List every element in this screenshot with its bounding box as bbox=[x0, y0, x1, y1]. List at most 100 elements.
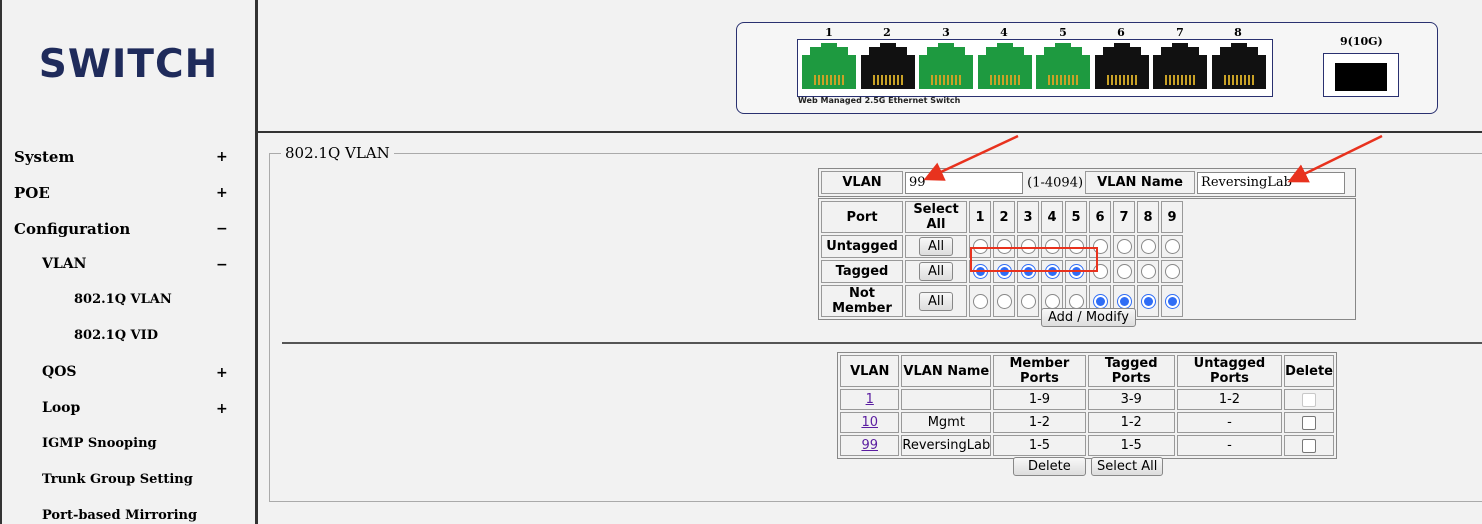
untagged-radio[interactable] bbox=[1164, 239, 1180, 254]
port-col-header: 1 bbox=[969, 201, 991, 233]
tagged-ports-cell: 1-2 bbox=[1087, 412, 1175, 433]
vlan-id-link[interactable]: 10 bbox=[861, 415, 878, 430]
collapse-minus-icon[interactable]: − bbox=[216, 257, 228, 273]
port-number: 6 bbox=[1117, 26, 1125, 39]
switch-front-panel: 1 2 3 4 5 6 7 8 Web Managed 2.5G Etherne… bbox=[736, 22, 1438, 114]
sidebar-item-qos[interactable]: QOS bbox=[42, 364, 77, 380]
col-header-tagged-ports: Tagged Ports bbox=[1087, 355, 1175, 387]
vlan-name-label: VLAN Name bbox=[1085, 171, 1196, 194]
ethernet-port-icon[interactable] bbox=[1036, 43, 1090, 91]
sidebar-item-label: VLAN bbox=[42, 256, 87, 272]
ethernet-port-block bbox=[797, 39, 1273, 97]
vlan-list-table: VLAN VLAN Name Member Ports Tagged Ports… bbox=[837, 352, 1337, 459]
port-number: 7 bbox=[1176, 26, 1184, 39]
sidebar: SWITCH System + POE + Configuration − VL… bbox=[0, 0, 258, 524]
logo: SWITCH bbox=[38, 42, 219, 87]
expand-plus-icon[interactable]: + bbox=[216, 149, 228, 165]
port-col-header: 9 bbox=[1161, 201, 1183, 233]
not-member-radio[interactable] bbox=[972, 293, 988, 309]
vlan-name-cell bbox=[901, 389, 992, 410]
sidebar-item-label: Trunk Group Setting bbox=[42, 472, 193, 487]
untagged-ports-cell: - bbox=[1176, 412, 1283, 433]
expand-plus-icon[interactable]: + bbox=[216, 401, 228, 417]
ethernet-port-icon[interactable] bbox=[1211, 43, 1266, 91]
select-all-cell: All bbox=[905, 235, 967, 258]
delete-checkbox[interactable] bbox=[1302, 415, 1317, 430]
select-all-header: Select All bbox=[905, 201, 967, 233]
ethernet-port-icon[interactable] bbox=[802, 43, 856, 91]
port-number: 1 bbox=[825, 26, 833, 39]
delete-checkbox[interactable] bbox=[1302, 438, 1317, 453]
vlan-id-link[interactable]: 99 bbox=[861, 438, 878, 453]
section-divider bbox=[282, 342, 1482, 344]
ethernet-port-icon[interactable] bbox=[1094, 43, 1149, 91]
port-number: 3 bbox=[942, 26, 950, 39]
tagged-ports-cell: 1-5 bbox=[1087, 435, 1175, 456]
port-col-header: 6 bbox=[1089, 201, 1111, 233]
not-member-radio[interactable] bbox=[1020, 293, 1036, 309]
port-header: Port bbox=[821, 201, 903, 233]
ethernet-port-icon[interactable] bbox=[919, 43, 973, 91]
sidebar-item-label: POE bbox=[14, 184, 50, 202]
vlan-range-hint: (1-4094) bbox=[1027, 175, 1084, 190]
sidebar-item-8021q-vlan[interactable]: 802.1Q VLAN bbox=[74, 292, 172, 307]
not-member-radio[interactable] bbox=[1140, 293, 1156, 309]
sidebar-item-igmp-snooping[interactable]: IGMP Snooping bbox=[42, 436, 157, 451]
ethernet-port-icon[interactable] bbox=[977, 43, 1032, 91]
add-modify-button[interactable]: Add / Modify bbox=[1041, 308, 1136, 327]
vlan-name-input[interactable] bbox=[1197, 171, 1346, 194]
select-all-cell: All bbox=[905, 260, 967, 283]
ethernet-port-icon[interactable] bbox=[1153, 43, 1207, 91]
table-row: 1 1-9 3-9 1-2 bbox=[840, 389, 1334, 410]
port-number: 5 bbox=[1059, 26, 1067, 39]
vlan-id-link[interactable]: 1 bbox=[866, 392, 874, 407]
sidebar-item-label: System bbox=[14, 148, 75, 166]
untagged-radio[interactable] bbox=[1116, 239, 1132, 254]
highlight-box bbox=[970, 247, 1098, 272]
tagged-radio[interactable] bbox=[1164, 264, 1180, 279]
not-member-radio[interactable] bbox=[1164, 293, 1180, 309]
untagged-ports-cell: 1-2 bbox=[1176, 389, 1283, 410]
sidebar-item-trunk-group[interactable]: Trunk Group Setting bbox=[42, 472, 193, 487]
col-header-vlan-name: VLAN Name bbox=[901, 355, 992, 387]
sidebar-item-loop[interactable]: Loop bbox=[42, 400, 80, 416]
not-member-all-button[interactable]: All bbox=[918, 291, 954, 311]
collapse-minus-icon[interactable]: − bbox=[216, 221, 228, 237]
sfp-port-icon[interactable] bbox=[1323, 53, 1399, 97]
tagged-ports-cell: 3-9 bbox=[1087, 389, 1175, 410]
panel-caption: Web Managed 2.5G Ethernet Switch bbox=[798, 96, 961, 105]
sidebar-item-configuration[interactable]: Configuration bbox=[14, 220, 130, 238]
sidebar-item-poe[interactable]: POE bbox=[14, 184, 50, 202]
port-number: 8 bbox=[1234, 26, 1242, 39]
port-col-header: 5 bbox=[1065, 201, 1087, 233]
port-number: 4 bbox=[1000, 26, 1008, 39]
untagged-all-button[interactable]: All bbox=[918, 237, 954, 256]
sidebar-item-vlan[interactable]: VLAN bbox=[42, 256, 86, 272]
untagged-ports-cell: - bbox=[1176, 435, 1283, 456]
port-col-header: 3 bbox=[1017, 201, 1039, 233]
ethernet-port-icon[interactable] bbox=[860, 43, 915, 91]
sidebar-item-8021q-vid[interactable]: 802.1Q VID bbox=[74, 328, 158, 343]
sidebar-item-system[interactable]: System bbox=[14, 148, 74, 166]
sidebar-item-label: Port-based Mirroring bbox=[42, 508, 198, 523]
port-col-header: 7 bbox=[1113, 201, 1135, 233]
row-label: Tagged bbox=[821, 260, 903, 283]
sidebar-item-label: Configuration bbox=[14, 220, 131, 238]
header: 1 2 3 4 5 6 7 8 Web Managed 2.5G Etherne… bbox=[258, 0, 1482, 133]
not-member-radio[interactable] bbox=[996, 293, 1012, 309]
sidebar-item-label: 802.1Q VLAN bbox=[74, 292, 172, 307]
select-all-button[interactable]: Select All bbox=[1091, 457, 1164, 476]
vlan-id-input[interactable] bbox=[905, 171, 1023, 194]
member-ports-cell: 1-5 bbox=[993, 435, 1086, 456]
untagged-radio[interactable] bbox=[1140, 239, 1156, 254]
section-title: 802.1Q VLAN bbox=[281, 144, 394, 162]
tagged-radio[interactable] bbox=[1140, 264, 1156, 279]
tagged-all-button[interactable]: All bbox=[918, 262, 954, 281]
sidebar-item-port-mirroring[interactable]: Port-based Mirroring bbox=[42, 508, 197, 523]
expand-plus-icon[interactable]: + bbox=[216, 185, 228, 201]
port-col-header: 8 bbox=[1137, 201, 1159, 233]
delete-button[interactable]: Delete bbox=[1013, 457, 1086, 476]
col-header-delete: Delete bbox=[1284, 355, 1334, 387]
tagged-radio[interactable] bbox=[1116, 264, 1132, 279]
expand-plus-icon[interactable]: + bbox=[216, 365, 228, 381]
